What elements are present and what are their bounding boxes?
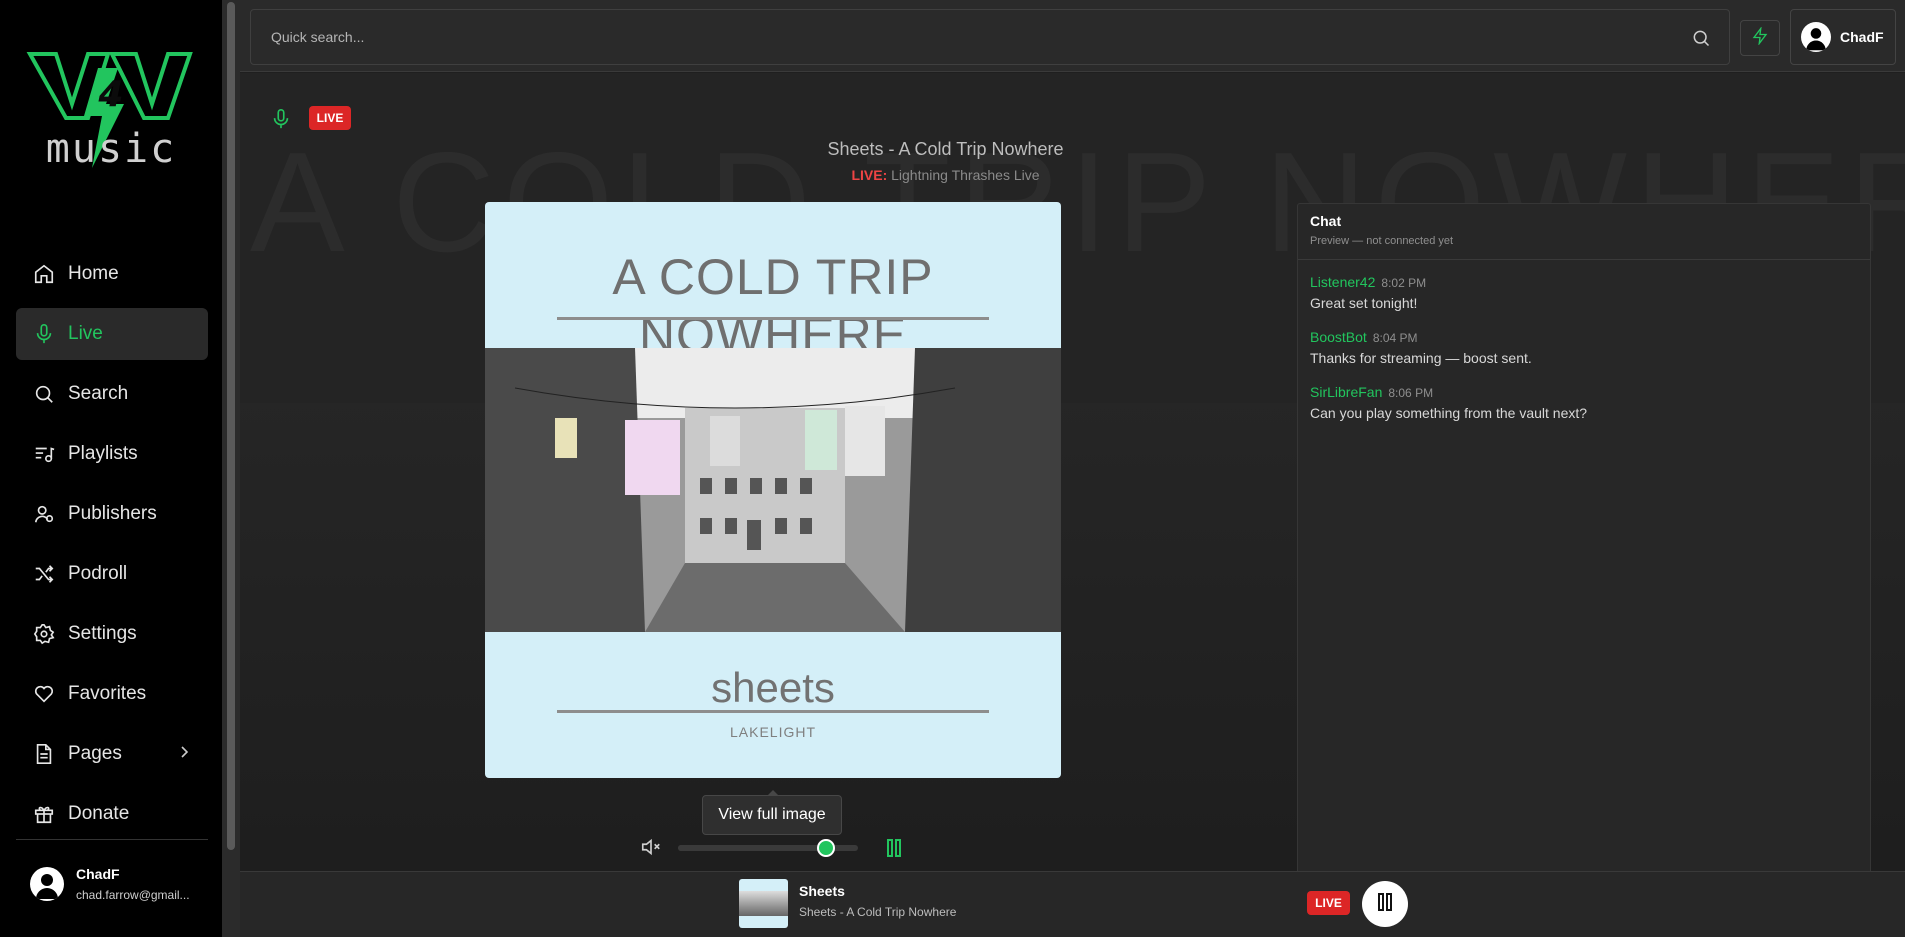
chat-message-user[interactable]: BoostBot <box>1310 329 1367 345</box>
sidebar-item-home[interactable]: Home <box>16 248 208 300</box>
sidebar-scrollbar-thumb[interactable] <box>227 2 235 850</box>
sidebar-item-playlists[interactable]: Playlists <box>16 428 208 480</box>
now-playing-title: Sheets - A Cold Trip Nowhere <box>827 139 1064 159</box>
album-art-rule <box>557 710 989 713</box>
album-art-album: sheets <box>711 664 835 711</box>
chat-message-time: 8:04 PM <box>1372 331 1418 345</box>
chat-message-text: Thanks for streaming — boost sent. <box>1310 350 1532 366</box>
sidebar-item-label: Settings <box>68 623 137 644</box>
sidebar: 4 music Home Live Search Playlists Publi… <box>0 0 222 937</box>
chat-message-user[interactable]: SirLibreFan <box>1310 384 1382 400</box>
chat-message-user[interactable]: Listener42 <box>1310 274 1375 290</box>
gift-icon <box>32 802 56 826</box>
album-art-artist: LAKELIGHT <box>729 724 817 740</box>
sidebar-user-name: ChadF <box>76 866 120 882</box>
publishers-icon <box>32 502 56 526</box>
pause-icon <box>1377 892 1393 917</box>
document-icon <box>32 742 56 766</box>
chat-header: Chat Preview — not connected yet <box>1298 204 1870 260</box>
heart-icon <box>32 682 56 706</box>
sidebar-item-label: Home <box>68 263 119 284</box>
chat-panel: Chat Preview — not connected yet Listene… <box>1297 203 1871 871</box>
sidebar-item-label: Donate <box>68 803 130 824</box>
sidebar-item-label: Favorites <box>68 683 147 704</box>
player-controls <box>640 836 960 860</box>
mini-player-title[interactable]: Sheets <box>799 883 845 899</box>
svg-text:4: 4 <box>97 74 123 115</box>
volume-slider-fill <box>678 845 826 851</box>
user-name: ChadF <box>1840 29 1884 45</box>
album-art-photo <box>485 348 1061 632</box>
pause-button[interactable] <box>1362 881 1408 927</box>
album-art[interactable]: A COLD TRIP NOWHERE sheets LAKELIGHT <box>485 202 1061 778</box>
sidebar-item-podroll[interactable]: Podroll <box>16 548 208 600</box>
sidebar-item-label: Live <box>68 323 103 344</box>
search-icon <box>32 382 56 406</box>
live-badge: LIVE <box>309 106 351 130</box>
album-art-rule <box>557 317 989 320</box>
volume-muted-icon[interactable] <box>640 836 662 863</box>
album-art-title: A COLD TRIP NOWHERE <box>612 249 934 363</box>
mic-icon <box>270 107 292 136</box>
sidebar-item-publishers[interactable]: Publishers <box>16 488 208 540</box>
now-playing-subtitle: LIVE: Lightning Thrashes Live <box>240 167 1778 183</box>
sidebar-divider <box>16 839 208 840</box>
sidebar-item-favorites[interactable]: Favorites <box>16 668 208 720</box>
sidebar-item-search[interactable]: Search <box>16 368 208 420</box>
top-header: ChadF <box>240 0 1905 72</box>
logo-text: music <box>45 126 177 172</box>
show-name: Lightning Thrashes Live <box>891 167 1040 183</box>
quick-search[interactable] <box>250 9 1730 65</box>
sidebar-item-pages[interactable]: Pages <box>16 728 208 780</box>
search-input[interactable] <box>251 10 1671 64</box>
live-page: A COLD TRIP NOWHERE LIVE Sheets - A Cold… <box>240 73 1905 871</box>
sidebar-nav: Home Live Search Playlists Publishers Po… <box>16 248 208 848</box>
search-icon[interactable] <box>1691 28 1711 53</box>
chat-message-text: Can you play something from the vault ne… <box>1310 405 1588 421</box>
lightning-icon <box>1751 25 1769 50</box>
boost-button[interactable] <box>1740 20 1780 56</box>
mini-player-subtitle: Sheets - A Cold Trip Nowhere <box>799 905 957 919</box>
live-badge: LIVE <box>1307 891 1350 915</box>
pause-icon[interactable] <box>886 838 902 863</box>
sidebar-item-label: Publishers <box>68 503 157 524</box>
shuffle-icon <box>32 562 56 586</box>
v4v-music-logo[interactable]: 4 music <box>26 48 196 183</box>
mini-player-thumbnail[interactable] <box>739 879 788 928</box>
sidebar-item-settings[interactable]: Settings <box>16 608 208 660</box>
volume-slider-knob[interactable] <box>816 839 835 857</box>
chat-message-text: Great set tonight! <box>1310 295 1418 311</box>
mini-player: Sheets Sheets - A Cold Trip Nowhere LIVE <box>240 871 1905 937</box>
thumbnail-photo <box>739 891 788 916</box>
sidebar-user[interactable]: ChadF chad.farrow@gmail... <box>30 866 190 902</box>
home-icon <box>32 262 56 286</box>
sidebar-item-live[interactable]: Live <box>16 308 208 360</box>
user-menu-button[interactable]: ChadF <box>1790 9 1896 65</box>
sidebar-item-label: Search <box>68 383 129 404</box>
sidebar-item-label: Playlists <box>68 443 138 464</box>
volume-slider[interactable] <box>678 839 858 857</box>
view-full-image-tooltip[interactable]: View full image <box>702 790 842 835</box>
chat-title: Chat <box>1310 213 1342 229</box>
sidebar-item-label: Pages <box>68 743 122 764</box>
chevron-right-icon <box>178 744 190 766</box>
chat-status: Preview — not connected yet <box>1310 235 1454 247</box>
avatar <box>1801 22 1831 52</box>
mic-icon <box>32 322 56 346</box>
sidebar-user-email: chad.farrow@gmail... <box>76 888 190 902</box>
chat-message: SirLibreFan 8:06 PM Can you play somethin… <box>1310 384 1587 421</box>
gear-icon <box>32 622 56 646</box>
sidebar-item-label: Podroll <box>68 563 128 584</box>
live-label: LIVE: <box>851 167 888 183</box>
playlist-icon <box>32 442 56 466</box>
chat-message: BoostBot 8:04 PM Thanks for streaming — b… <box>1310 329 1532 366</box>
chat-message: Listener42 8:02 PM Great set tonight! <box>1310 274 1426 311</box>
avatar <box>30 867 64 901</box>
chat-message-time: 8:02 PM <box>1381 276 1427 290</box>
sidebar-item-donate[interactable]: Donate <box>16 788 208 840</box>
chat-message-time: 8:06 PM <box>1388 386 1434 400</box>
